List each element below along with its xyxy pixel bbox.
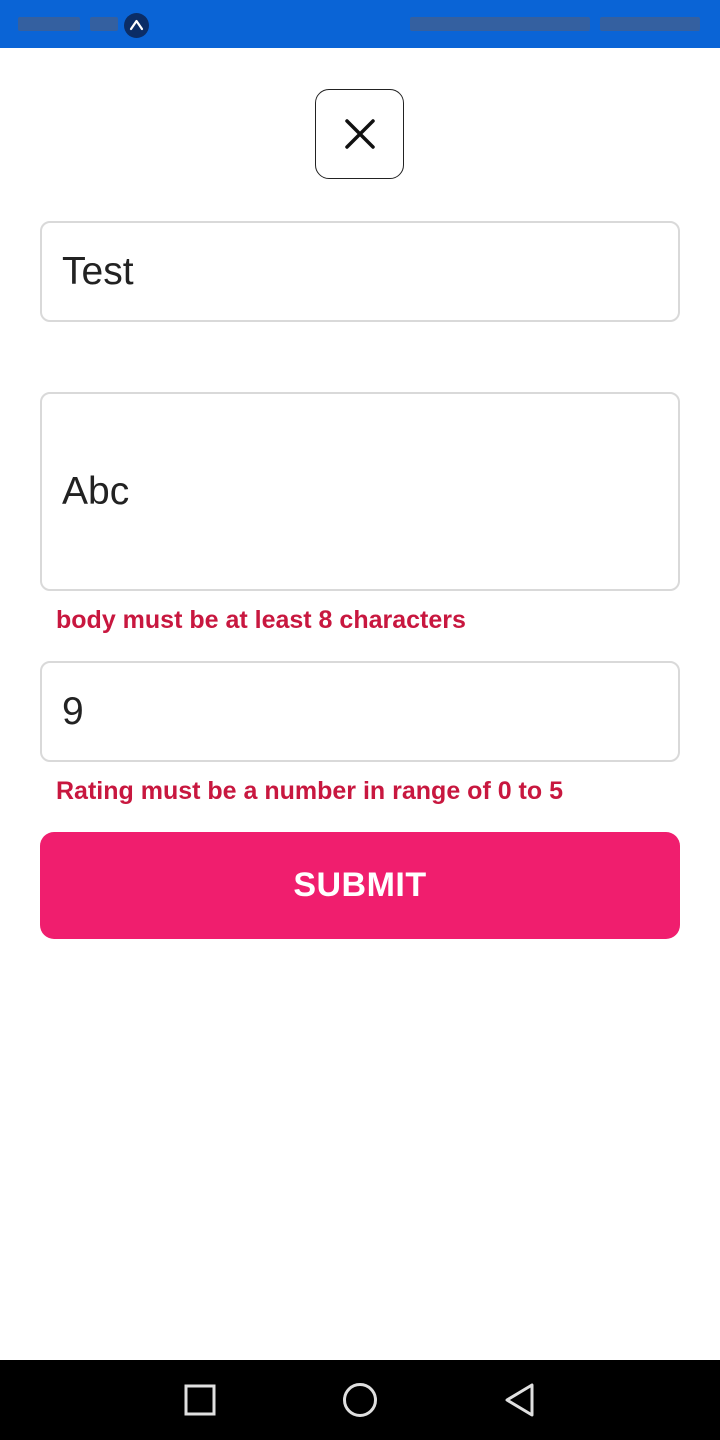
rating-error-message: Rating must be a number in range of 0 to… — [56, 777, 564, 805]
rating-input-value: 9 — [62, 689, 84, 733]
body-input[interactable]: Abc — [40, 392, 680, 591]
close-button[interactable] — [315, 89, 404, 179]
back-icon[interactable] — [500, 1380, 540, 1420]
body-input-value: Abc — [62, 469, 130, 513]
body-error-message: body must be at least 8 characters — [56, 606, 466, 634]
status-battery-icon — [600, 17, 700, 31]
status-notification-icon — [90, 17, 118, 31]
rating-input[interactable]: 9 — [40, 661, 680, 762]
expo-icon — [124, 13, 149, 38]
status-bar — [0, 0, 720, 48]
submit-button-label: SUBMIT — [293, 866, 427, 904]
screen: Test Abc body must be at least 8 charact… — [0, 0, 720, 1440]
title-input[interactable]: Test — [40, 221, 680, 322]
status-signal-icons — [410, 17, 590, 31]
title-input-value: Test — [62, 249, 134, 293]
recents-icon[interactable] — [180, 1380, 220, 1420]
navigation-bar — [0, 1360, 720, 1440]
close-icon — [344, 119, 375, 149]
submit-button[interactable]: SUBMIT — [40, 832, 680, 939]
status-time — [18, 17, 80, 31]
home-icon[interactable] — [340, 1380, 380, 1420]
